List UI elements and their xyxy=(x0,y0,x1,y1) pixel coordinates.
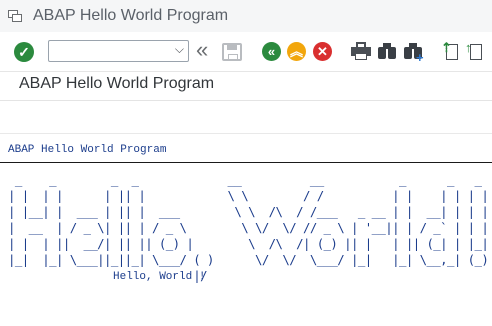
print-icon[interactable] xyxy=(351,42,371,60)
title-bar: ABAP Hello World Program xyxy=(0,0,492,32)
exit-button[interactable]: ︽ xyxy=(287,42,306,61)
list-header-rule xyxy=(0,162,492,163)
save-icon[interactable] xyxy=(222,43,242,61)
find-icon[interactable] xyxy=(377,41,397,61)
chevron-down-icon[interactable]: ⌵ xyxy=(175,42,184,57)
collapse-toolbar-icon[interactable]: « xyxy=(196,38,208,62)
ascii-art-hello-world: _ _ _ _ __ __ _ _ _ | | | | | || | \ \ /… xyxy=(8,172,492,284)
command-field[interactable]: ⌵ xyxy=(48,40,189,62)
ascii-art-line: _ _ _ _ __ __ _ _ _ xyxy=(8,172,489,187)
back-button[interactable]: « xyxy=(262,42,281,61)
first-page-icon[interactable]: ⇡ xyxy=(441,41,459,62)
enter-button[interactable]: ✓ xyxy=(14,42,34,62)
ascii-art-line: | |__| | ___ | || | ___ \ \ /\ / /___ _ … xyxy=(8,204,489,219)
check-icon: ✓ xyxy=(18,44,30,60)
window-title: ABAP Hello World Program xyxy=(33,7,229,24)
screen-title: ABAP Hello World Program xyxy=(19,75,215,92)
window-icon xyxy=(8,10,22,22)
cancel-button[interactable]: ✕ xyxy=(313,42,332,61)
double-up-arrow-icon: ︽ xyxy=(289,44,303,59)
ascii-art-line: |/ xyxy=(8,268,492,283)
close-icon: ✕ xyxy=(317,44,328,59)
ascii-art-line: | | | || __/| || || (_) | \ /\ /| (_) ||… xyxy=(8,236,489,251)
list-header: ABAP Hello World Program xyxy=(8,144,167,156)
divider xyxy=(0,100,492,101)
find-next-icon[interactable]: + xyxy=(403,41,424,65)
divider xyxy=(0,133,492,134)
ascii-art-line: |_| |_| \___||_||_| \___/ ( ) \/ \/ \___… xyxy=(8,252,489,267)
double-left-arrow-icon: « xyxy=(267,44,276,59)
ascii-art-line: | | | | | || | \ \ / / | | | | | | xyxy=(8,188,489,203)
greeting-text: Hello, World ! xyxy=(113,271,206,283)
standard-toolbar: ✓ ⌵ « « ︽ ✕ + ⇡ ↑ xyxy=(0,32,492,72)
ascii-art-line: | __ | / _ \| || | / _ \ \ \/ \/ // _ \ … xyxy=(8,220,489,235)
previous-page-icon[interactable]: ↑ xyxy=(465,41,483,62)
